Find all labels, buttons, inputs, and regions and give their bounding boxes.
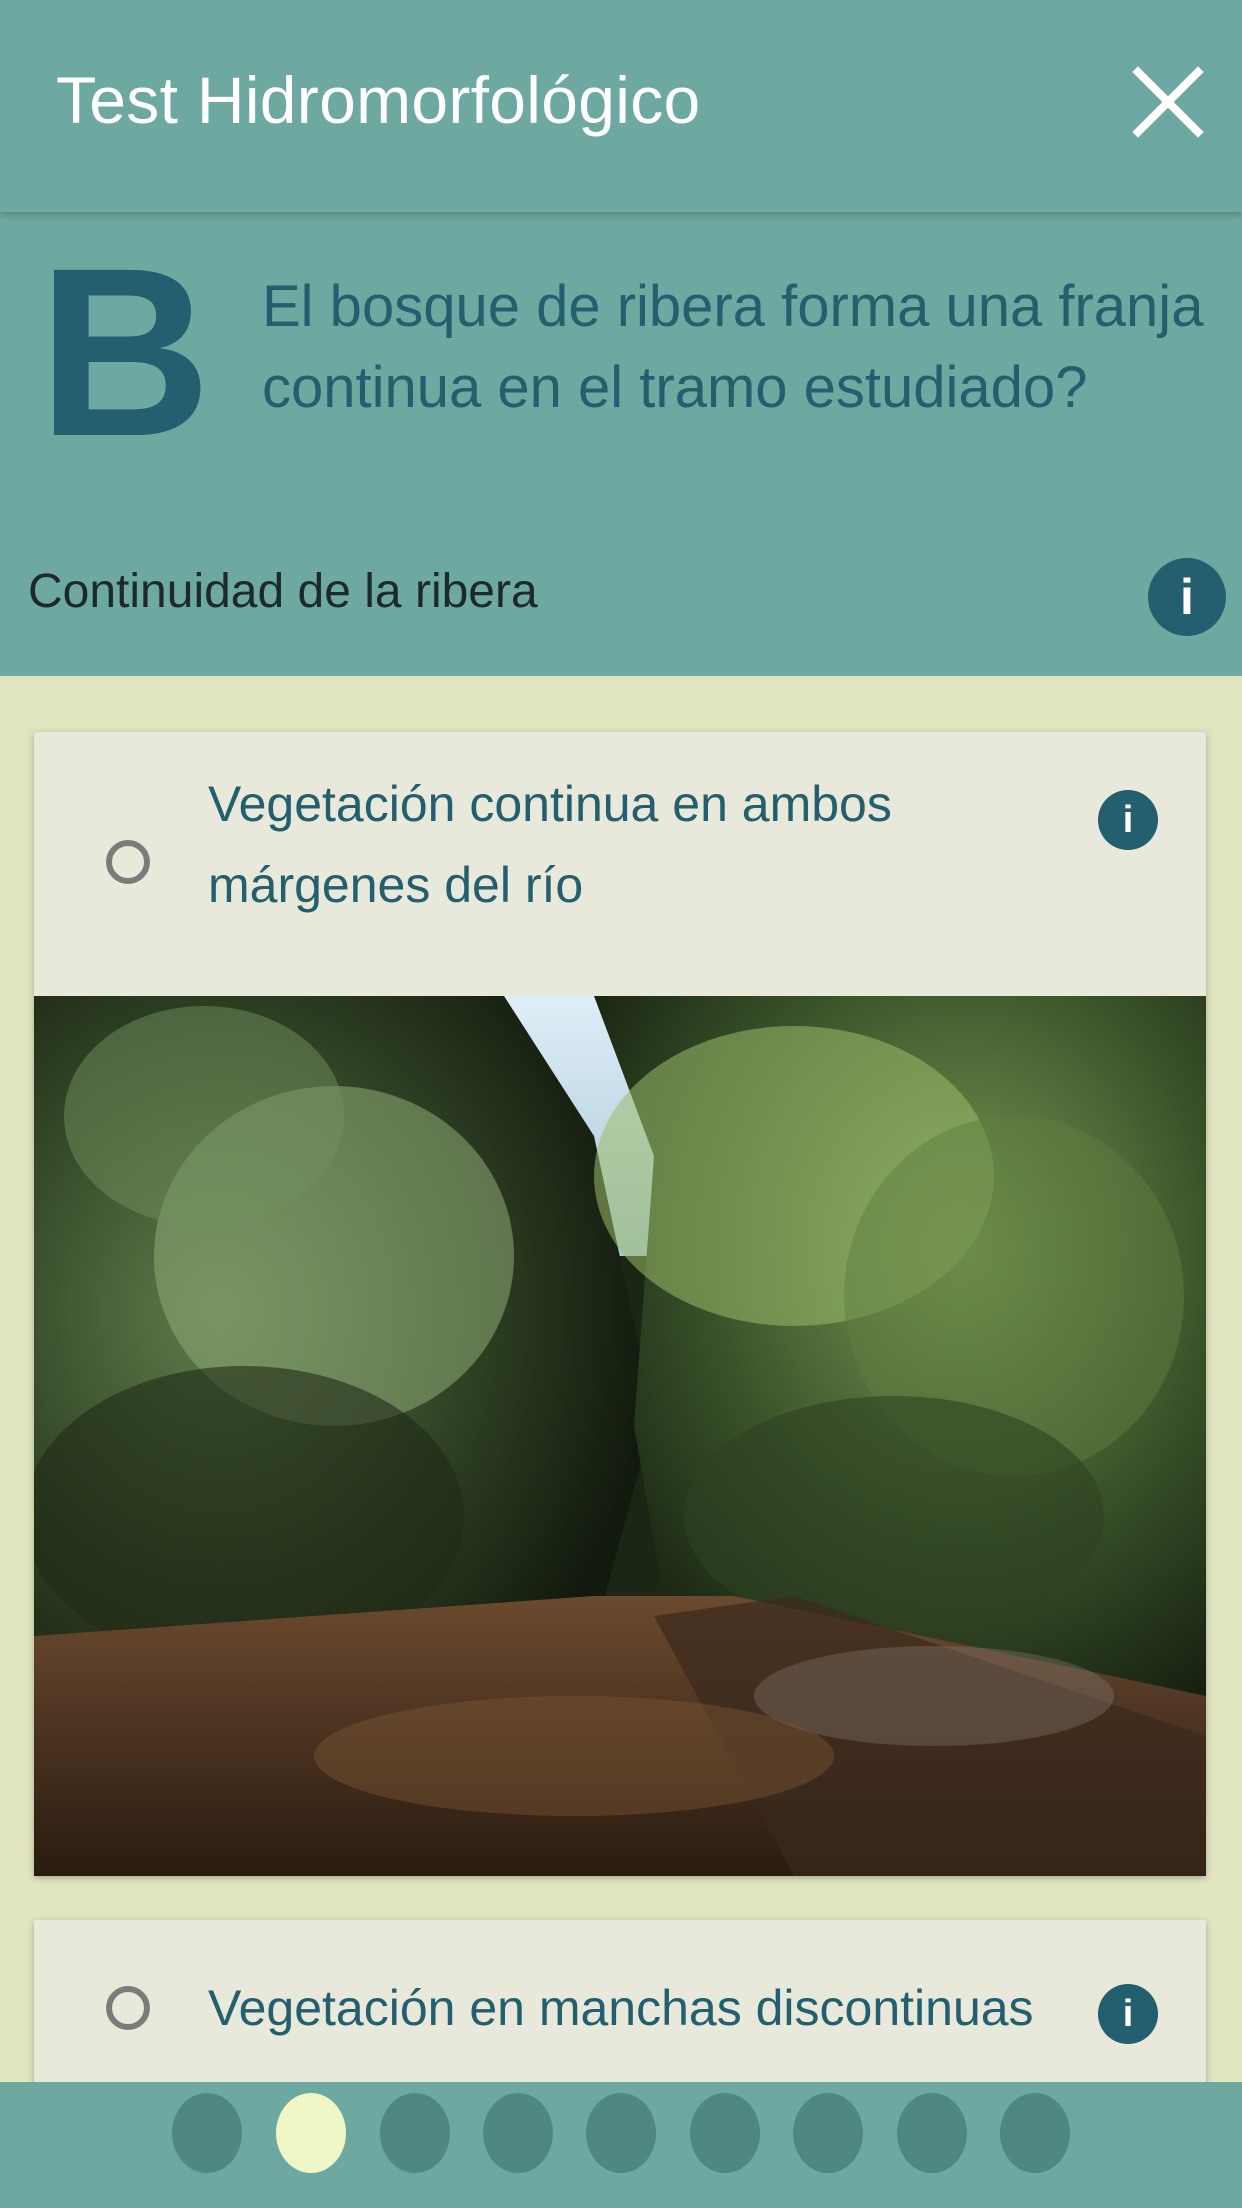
option-2-info-button[interactable]: i: [1098, 1984, 1158, 2044]
option-2-label: Vegetación en manchas discontinuas: [208, 1980, 1034, 2036]
page-dot-6[interactable]: [690, 2093, 760, 2173]
page-dot-8[interactable]: [897, 2093, 967, 2173]
question-subtitle: Continuidad de la ribera: [28, 565, 538, 618]
pagination-bar: [0, 2082, 1242, 2208]
option-1-label: Vegetación continua en ambos márgenes de…: [208, 776, 892, 913]
page-dot-2-active[interactable]: [276, 2093, 346, 2173]
option-1-radio[interactable]: [106, 840, 150, 884]
close-icon: [1132, 66, 1204, 138]
close-button[interactable]: [1128, 62, 1208, 142]
page-dot-3[interactable]: [380, 2093, 450, 2173]
page-dot-1[interactable]: [172, 2093, 242, 2173]
page-dot-7[interactable]: [793, 2093, 863, 2173]
page-dot-4[interactable]: [483, 2093, 553, 2173]
question-header: B El bosque de ribera forma una franja c…: [0, 212, 1242, 676]
info-icon: i: [1180, 569, 1194, 625]
option-card-1[interactable]: Vegetación continua en ambos márgenes de…: [34, 732, 1206, 1876]
page-dot-9[interactable]: [1000, 2093, 1070, 2173]
riparian-forest-photo: [34, 996, 1206, 1876]
question-info-button[interactable]: i: [1148, 558, 1226, 636]
question-text: El bosque de ribera forma una franja con…: [262, 274, 1204, 420]
page-dot-5[interactable]: [586, 2093, 656, 2173]
info-icon: i: [1122, 1992, 1134, 2035]
option-2-radio[interactable]: [106, 1986, 150, 2030]
app-title: Test Hidromorfológico: [56, 63, 701, 137]
app-bar: Test Hidromorfológico: [0, 0, 1242, 212]
option-1-info-button[interactable]: i: [1098, 790, 1158, 850]
question-letter: B: [38, 218, 212, 486]
info-icon: i: [1122, 798, 1134, 841]
